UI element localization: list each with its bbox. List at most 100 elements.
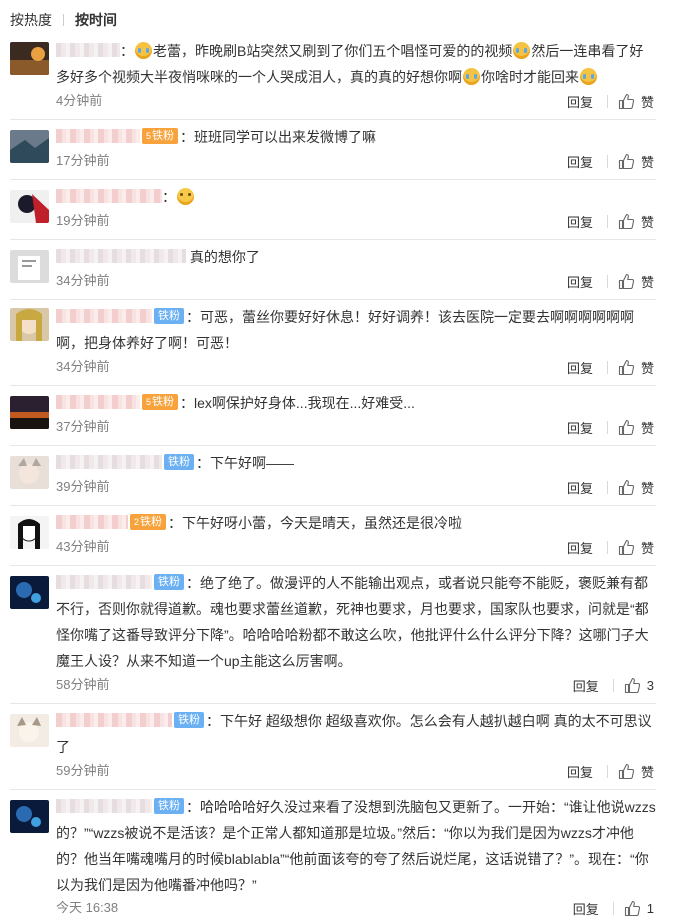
comment-meta: 59分钟前 回复 赞 (56, 761, 656, 781)
comment-time: 59分钟前 (56, 763, 110, 778)
thumbs-up-icon (618, 539, 635, 555)
comment-item: ：老蕾，昨晚刷B站突然又刷到了你们五个唱怪可爱的的视频 然后一连串看了好多好多个视… (10, 34, 656, 120)
avatar[interactable] (10, 516, 49, 549)
avatar[interactable] (10, 308, 49, 341)
username[interactable] (56, 455, 162, 470)
username[interactable] (56, 249, 186, 264)
crying-emoji-icon (135, 41, 152, 59)
comment-meta: 17分钟前 回复 赞 (56, 151, 656, 171)
comment-time: 58分钟前 (56, 677, 110, 692)
like-label: 赞 (640, 764, 654, 780)
reply-button[interactable]: 回复 (573, 676, 599, 695)
like-button[interactable]: 赞 (618, 152, 654, 171)
comment-text: 真的想你了 (56, 244, 656, 270)
thumbs-up-icon (618, 359, 635, 375)
reply-button[interactable]: 回复 (567, 538, 593, 557)
like-button[interactable]: 1 (624, 900, 654, 916)
username[interactable] (56, 189, 162, 204)
comment-item: 铁粉 ：可恶，蕾丝你要好好休息！好好调养！该去医院一定要去啊啊啊啊啊啊啊，把身体养… (10, 300, 656, 386)
fan-badge: 铁粉 (164, 454, 194, 471)
like-button[interactable]: 3 (624, 677, 654, 694)
crying-emoji-icon (513, 41, 531, 59)
username[interactable] (56, 515, 128, 530)
comment-time: 今天 16:38 (56, 900, 119, 915)
reply-button[interactable]: 回复 (567, 762, 593, 781)
comment-meta: 39分钟前 回复 赞 (56, 477, 656, 497)
thumbs-up-icon (624, 677, 640, 693)
avatar[interactable] (10, 576, 49, 609)
reply-button[interactable]: 回复 (567, 272, 593, 291)
username[interactable] (56, 575, 152, 590)
like-button[interactable]: 赞 (618, 212, 654, 231)
fan-badge: 2铁粉 (130, 514, 167, 531)
reply-button[interactable]: 回复 (567, 92, 593, 111)
divider (612, 678, 614, 692)
avatar[interactable] (10, 714, 49, 747)
divider (606, 540, 608, 554)
username[interactable] (56, 395, 140, 410)
comment-time: 34分钟前 (56, 273, 110, 288)
comment-text: 铁粉 ：下午好 超级想你 超级喜欢你。怎么会有人越扒越白啊 真的太不可思议了 (56, 712, 652, 755)
divider (606, 360, 608, 374)
like-label: 赞 (640, 420, 654, 436)
comment-item: 2铁粉 ：下午好呀小蕾，今天是晴天，虽然还是很冷啦 43分钟前 回复 赞 (10, 506, 656, 566)
avatar[interactable] (10, 456, 49, 489)
avatar[interactable] (10, 800, 49, 833)
username[interactable] (56, 309, 152, 324)
avatar[interactable] (10, 42, 49, 75)
comment-text: ：老蕾，昨晚刷B站突然又刷到了你们五个唱怪可爱的的视频 然后一连串看了好多好多个视… (56, 41, 644, 85)
comment-item: 铁粉 ：绝了绝了。做漫评的人不能输出观点，或者说只能夸不能贬，褒贬兼有都不行，否则… (10, 566, 656, 704)
comment-text: 铁粉 ：可恶，蕾丝你要好好休息！好好调养！该去医院一定要去啊啊啊啊啊啊啊，把身体养… (56, 308, 634, 351)
username[interactable] (56, 799, 152, 814)
sort-by-hot[interactable]: 按热度 (10, 10, 52, 30)
fan-badge: 铁粉 (154, 574, 184, 591)
comment-time: 34分钟前 (56, 359, 110, 374)
comment-text: ： (56, 184, 656, 210)
comment-item: 铁粉 ：哈哈哈哈好久没过来看了没想到洗脑包又更新了。一开始：“谁让他说wzzs的？… (10, 790, 656, 916)
fan-badge: 铁粉 (154, 798, 184, 815)
reply-button[interactable]: 回复 (567, 358, 593, 377)
like-button[interactable]: 赞 (618, 538, 654, 557)
thumbs-up-icon (624, 900, 640, 916)
like-button[interactable]: 赞 (618, 358, 654, 377)
fan-badge: 铁粉 (154, 308, 184, 325)
avatar[interactable] (10, 130, 49, 163)
reply-button[interactable]: 回复 (567, 478, 593, 497)
like-button[interactable]: 赞 (618, 478, 654, 497)
avatar[interactable] (10, 250, 49, 283)
like-label: 赞 (640, 540, 654, 556)
avatar[interactable] (10, 190, 49, 223)
divider (606, 480, 608, 494)
like-button[interactable]: 赞 (618, 272, 654, 291)
reply-button[interactable]: 回复 (567, 418, 593, 437)
comment-meta: 37分钟前 回复 赞 (56, 417, 656, 437)
comment-meta: 19分钟前 回复 赞 (56, 211, 656, 231)
comment-item: 铁粉 ：下午好 超级想你 超级喜欢你。怎么会有人越扒越白啊 真的太不可思议了 59… (10, 704, 656, 790)
comment-text: 5铁粉 ：班班同学可以出来发微博了嘛 (56, 124, 656, 150)
username[interactable] (56, 713, 172, 728)
comment-text: 5铁粉 ：lex啊保护好身体...我现在...好难受... (56, 390, 656, 416)
comment-item: 真的想你了 34分钟前 回复 赞 (10, 240, 656, 300)
username[interactable] (56, 129, 140, 144)
comment-text: 铁粉 ：下午好啊—— (56, 450, 656, 476)
comment-item: 5铁粉 ：班班同学可以出来发微博了嘛 17分钟前 回复 赞 (10, 120, 656, 180)
comment-time: 37分钟前 (56, 419, 110, 434)
like-button[interactable]: 赞 (618, 762, 654, 781)
like-label: 赞 (640, 480, 654, 496)
reply-button[interactable]: 回复 (567, 152, 593, 171)
reply-button[interactable]: 回复 (567, 212, 593, 231)
sort-by-time[interactable]: 按时间 (75, 10, 117, 30)
fan-badge: 5铁粉 (142, 394, 179, 411)
divider (612, 901, 614, 915)
comment-item: ： 19分钟前 回复 赞 (10, 180, 656, 240)
avatar[interactable] (10, 396, 49, 429)
comment-meta: 4分钟前 回复 赞 (56, 91, 656, 111)
reply-button[interactable]: 回复 (573, 899, 599, 916)
grin-emoji-icon (177, 187, 194, 205)
thumbs-up-icon (618, 763, 635, 779)
like-button[interactable]: 赞 (618, 92, 654, 111)
username[interactable] (56, 43, 120, 58)
fan-badge: 5铁粉 (142, 128, 179, 145)
comment-meta: 34分钟前 回复 赞 (56, 357, 656, 377)
like-button[interactable]: 赞 (618, 418, 654, 437)
